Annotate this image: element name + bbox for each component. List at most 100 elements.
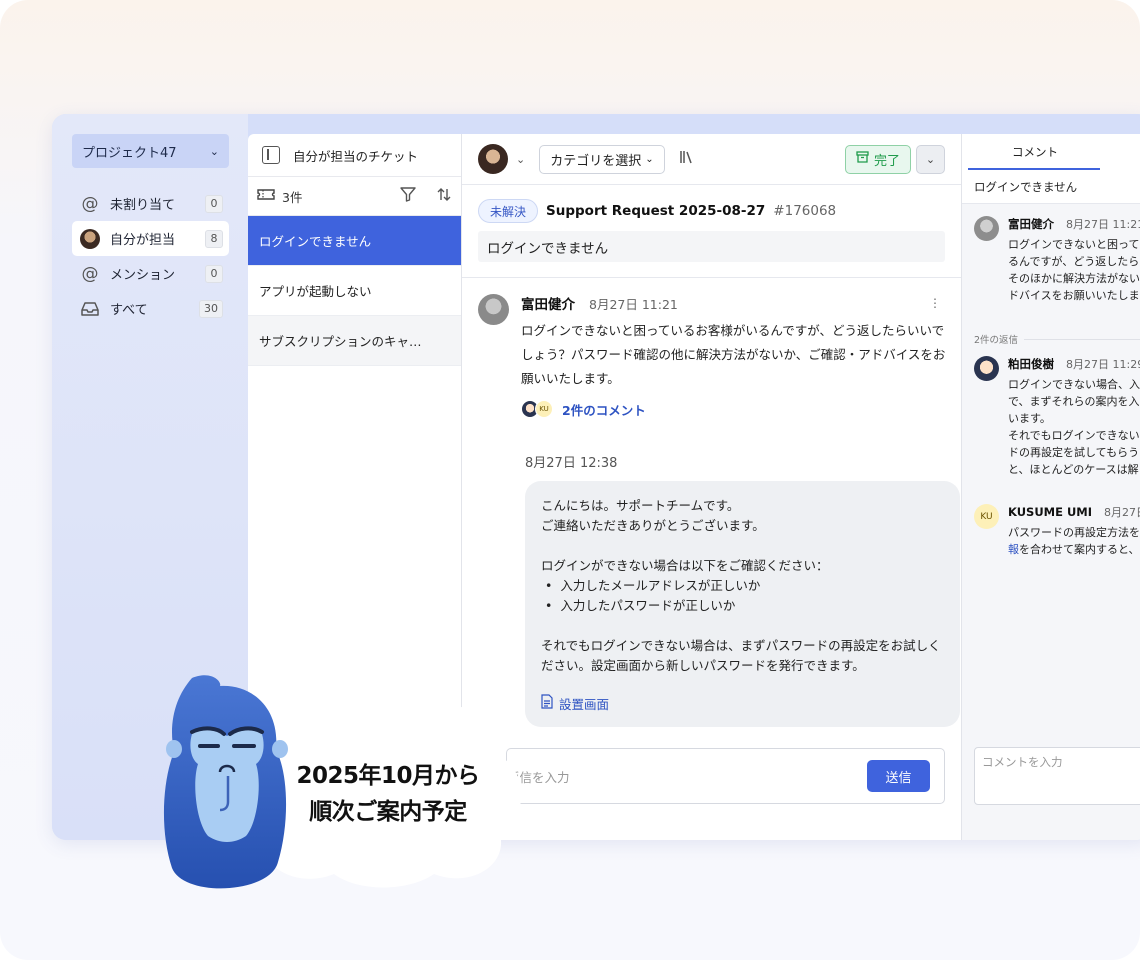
comment-author: 粕田俊樹	[1008, 357, 1054, 371]
at-icon: @	[81, 193, 99, 214]
sort-icon[interactable]	[436, 187, 452, 206]
comment: 粕田俊樹 8月27日 11:29 ログインできない場合、入 で、まずそれらの案内…	[962, 356, 1140, 478]
avatar	[79, 228, 101, 250]
collapse-panel-icon[interactable]	[262, 146, 280, 164]
comment-text: ログインできない場合、入 で、まずそれらの案内を入 います。 それでもログインで…	[1008, 378, 1140, 476]
comment-author: 富田健介	[1008, 217, 1054, 231]
reply-time: 8月27日 12:38	[525, 456, 618, 471]
ticket-item[interactable]: サブスクリプションのキャ…	[248, 316, 461, 366]
sidebar-item-mine[interactable]: 自分が担当 8	[72, 221, 229, 256]
status-badge[interactable]: 未解決	[478, 199, 539, 223]
comments-link[interactable]: 2件のコメント	[562, 400, 646, 419]
reply-count: 2件の返信	[974, 335, 1019, 346]
comment-input[interactable]: コメントを入力	[974, 747, 1140, 805]
ticket-toolbar: ⌄ カテゴリを選択 ⌄ 完了 ⌄	[462, 134, 961, 185]
project-selector[interactable]: プロジェクト47 ⌄	[72, 134, 229, 168]
promo-line-1: 2025年10月から	[296, 763, 480, 789]
inbox-icon	[79, 298, 101, 320]
sidebar-nav: @ 未割り当て 0 自分が担当 8 @ メンション 0 すべて 30	[72, 186, 229, 326]
ticket-detail: ⌄ カテゴリを選択 ⌄ 完了 ⌄ 未解決 Support Request 202	[462, 134, 961, 840]
reply-intro: ログインができない場合は以下をご確認ください：	[541, 558, 829, 573]
comment-time: 8月27日 11:29	[1066, 358, 1140, 371]
ticket-title: ログインできません	[259, 234, 372, 249]
comment-link[interactable]: 報	[1008, 543, 1019, 556]
reply-composer[interactable]: 返信を入力 送信	[506, 748, 945, 804]
promo-line-2: 順次ご案内予定	[309, 799, 467, 825]
chevron-down-icon: ⌄	[209, 144, 219, 158]
list-item: 入力したメールアドレスが正しいか	[541, 576, 944, 596]
reply-closing: それでもログインできない場合は、まずパスワードの再設定をお試しください。設定画面…	[541, 638, 941, 673]
sidebar-item-label: メンション	[110, 268, 176, 283]
complete-button[interactable]: 完了	[844, 144, 911, 174]
sidebar-item-unassigned[interactable]: @ 未割り当て 0	[72, 186, 229, 221]
comment-time: 8月27日 11:21	[1066, 218, 1140, 231]
message-author: 富田健介	[521, 297, 575, 313]
ticket-title: アプリが起動しない	[259, 284, 372, 299]
tab-comments[interactable]: コメント	[962, 134, 1140, 170]
ticket-id: #176068	[773, 203, 837, 219]
comment-author: KUSUME UMI	[1008, 505, 1093, 519]
ticket-item[interactable]: ログインできません	[248, 216, 461, 266]
sidebar-item-all[interactable]: すべて 30	[72, 291, 229, 326]
comment-text-part: パスワードの再設定方法を	[1008, 526, 1140, 539]
chevron-down-icon: ⌄	[645, 153, 654, 165]
ticket-title: サブスクリプションのキャ…	[259, 334, 422, 349]
ticket-subject-area: 未解決 Support Request 2025-08-27 #176068 ロ…	[462, 185, 961, 278]
ticket-count: 3件	[282, 189, 303, 205]
ticket-subject: ログインできません	[478, 231, 945, 262]
count-badge: 8	[205, 229, 223, 248]
sidebar-item-label: 未割り当て	[110, 198, 176, 213]
avatar	[974, 216, 999, 241]
comments-panel: コメント ログインできません 富田健介 8月27日 11:21 ログインできない…	[961, 134, 1140, 840]
comment-text: パスワードの再設定方法を 報を合わせて案内すると、	[1008, 524, 1140, 558]
comment: KU KUSUME UMI 8月27日 1 パスワードの再設定方法を 報を合わせ…	[962, 504, 1140, 558]
comment-text: ログインできないと困って るんですが、どう返したら そのほかに解決方法がない ド…	[1008, 238, 1140, 302]
archive-icon	[856, 151, 869, 167]
list-item: 入力したパスワードが正しいか	[541, 596, 944, 616]
comment-time: 8月27日 1	[1104, 506, 1140, 519]
message-text: ログインできないと困っているお客様がいるんですが、どう返したらいいでしょう？パス…	[521, 323, 946, 386]
avatar	[974, 356, 999, 381]
ticket-title: Support Request 2025-08-27	[546, 203, 766, 219]
message-time: 8月27日 11:21	[589, 296, 678, 312]
ticket-icon	[257, 187, 275, 205]
attachment-label: 設置画面	[559, 696, 610, 712]
comment: 富田健介 8月27日 11:21 ログインできないと困って るんですが、どう返し…	[962, 216, 1140, 304]
ticket-list-header: 自分が担当のチケット	[248, 134, 461, 177]
attachment-link[interactable]: 設置画面	[541, 694, 944, 715]
comments-subject: ログインできません	[962, 170, 1140, 204]
avatar: KU	[974, 504, 999, 529]
gorilla-mascot-icon	[163, 675, 288, 889]
status-dropdown-button[interactable]: ⌄	[916, 144, 945, 174]
ticket-list-toolbar: 3件	[248, 177, 461, 216]
project-name: プロジェクト47	[82, 145, 177, 161]
assignee-avatar[interactable]	[478, 144, 508, 174]
count-badge: 0	[205, 194, 223, 213]
promo-text: 2025年10月から 順次ご案内予定	[293, 758, 483, 830]
library-icon[interactable]	[679, 150, 695, 168]
category-label: カテゴリを選択	[550, 153, 642, 169]
sidebar-item-mentions[interactable]: @ メンション 0	[72, 256, 229, 291]
avatar: KU	[535, 400, 553, 418]
filter-icon[interactable]	[400, 186, 416, 206]
comment-text-part: を合わせて案内すると、	[1019, 543, 1140, 556]
chevron-down-icon[interactable]: ⌄	[516, 153, 525, 166]
comment-input-placeholder: コメントを入力	[982, 755, 1063, 769]
ticket-item[interactable]: アプリが起動しない	[248, 266, 461, 316]
avatar	[478, 294, 509, 325]
reply-greeting: こんにちは。サポートチームです。 ご連絡いただきありがとうございます。	[541, 498, 765, 533]
sidebar-item-label: 自分が担当	[110, 233, 176, 248]
at-icon: @	[81, 263, 99, 284]
send-button[interactable]: 送信	[867, 760, 930, 792]
complete-label: 完了	[873, 153, 900, 169]
comment-thread-link[interactable]: KU 2件のコメント	[521, 397, 945, 421]
count-badge: 30	[199, 299, 223, 318]
document-icon	[541, 694, 553, 715]
reply-checklist: 入力したメールアドレスが正しいか 入力したパスワードが正しいか	[541, 576, 944, 616]
reply-divider: 2件の返信	[974, 332, 1140, 346]
reply-bubble: こんにちは。サポートチームです。 ご連絡いただきありがとうございます。 ログイン…	[525, 481, 960, 727]
more-icon[interactable]: ⋮	[929, 296, 941, 310]
category-select[interactable]: カテゴリを選択 ⌄	[539, 144, 665, 174]
count-badge: 0	[205, 264, 223, 283]
sidebar-item-label: すべて	[110, 303, 148, 318]
